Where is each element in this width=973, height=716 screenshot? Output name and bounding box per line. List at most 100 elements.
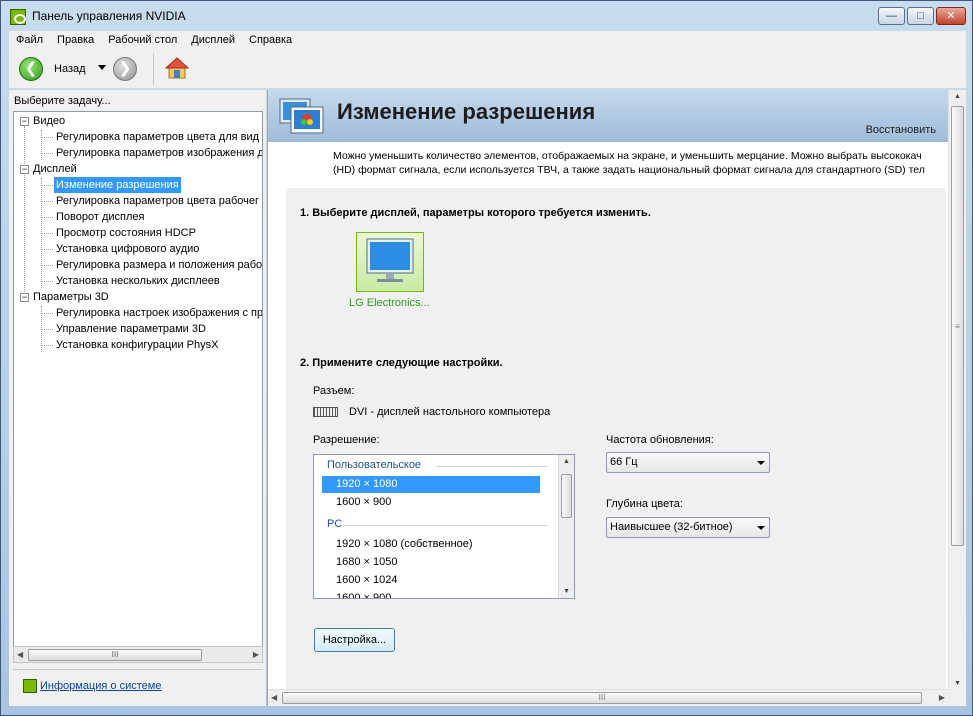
- scroll-up-icon[interactable]: ▲: [954, 93, 961, 100]
- resolution-list[interactable]: Пользовательское 1920 × 1080 1600 × 900 …: [313, 454, 575, 599]
- window-controls: — □ ✕: [876, 7, 966, 25]
- resolution-option[interactable]: 1600 × 900: [322, 494, 540, 511]
- tree-horizontal-scrollbar[interactable]: ◀ III ▶: [13, 646, 263, 663]
- tree-item[interactable]: Установка нескольких дисплеев: [54, 273, 222, 289]
- settings-panel: 1. Выберите дисплей, параметры которого …: [286, 188, 946, 696]
- dvi-connector-icon: [313, 407, 338, 417]
- tree-item[interactable]: Установка конфигурации PhysX: [54, 337, 220, 353]
- tree-line: [42, 185, 53, 186]
- menu-help[interactable]: Справка: [242, 34, 299, 46]
- task-panel: Выберите задачу... − Видео Регулировка па…: [9, 90, 266, 706]
- resolution-option[interactable]: 1680 × 1050: [322, 554, 540, 571]
- tree-item-change-resolution[interactable]: Изменение разрешения: [54, 177, 181, 193]
- system-info-icon[interactable]: [23, 679, 37, 693]
- display-tile[interactable]: [356, 232, 424, 292]
- scroll-left-icon[interactable]: ◀: [271, 693, 277, 702]
- scroll-down-icon[interactable]: ▼: [563, 588, 570, 595]
- collapse-icon[interactable]: −: [20, 293, 29, 302]
- main-window: Панель управления NVIDIA — □ ✕ Файл Прав…: [0, 0, 973, 716]
- color-depth-select[interactable]: Наивысшее (32-битное): [606, 517, 770, 538]
- group-header-custom: Пользовательское: [327, 459, 422, 471]
- customize-button[interactable]: Настройка...: [314, 628, 395, 652]
- back-button[interactable]: [19, 57, 43, 81]
- tree-line: [42, 137, 53, 138]
- group-header-pc: PC: [327, 518, 343, 530]
- scroll-right-icon[interactable]: ▶: [939, 693, 945, 702]
- resolution-label: Разрешение:: [313, 434, 380, 446]
- tree-item[interactable]: Регулировка размера и положения рабо: [54, 257, 262, 273]
- tree-item[interactable]: Поворот дисплея: [54, 209, 146, 225]
- collapse-icon[interactable]: −: [20, 117, 29, 126]
- task-panel-footer: Информация о системе: [13, 669, 263, 701]
- forward-button[interactable]: [113, 57, 137, 81]
- tree-category-3d[interactable]: − Параметры 3D: [20, 289, 109, 305]
- content-horizontal-scrollbar[interactable]: ◀ III ▶: [268, 689, 948, 706]
- tree-category-label: Дисплей: [33, 163, 77, 175]
- tree-item[interactable]: Управление параметрами 3D: [54, 321, 208, 337]
- tree-line: [42, 201, 53, 202]
- toolbar: Назад: [9, 49, 966, 89]
- menu-file[interactable]: Файл: [9, 34, 50, 46]
- maximize-button[interactable]: □: [907, 7, 934, 25]
- tree-item[interactable]: Регулировка параметров изображения д: [54, 145, 262, 161]
- scroll-down-icon[interactable]: ▼: [954, 680, 961, 687]
- step1-title: 1. Выберите дисплей, параметры которого …: [300, 207, 651, 219]
- tree-line: [42, 345, 53, 346]
- resolution-option[interactable]: 1600 × 1024: [322, 572, 540, 589]
- resolution-option[interactable]: 1600 × 900: [322, 590, 540, 598]
- restore-link[interactable]: Восстановить: [866, 124, 936, 136]
- content-vertical-scrollbar[interactable]: ▲ ≡ ▼: [948, 90, 966, 690]
- tree-category-label: Параметры 3D: [33, 291, 109, 303]
- menu-desktop[interactable]: Рабочий стол: [101, 34, 184, 46]
- tree-item[interactable]: Регулировка параметров цвета для вид: [54, 129, 261, 145]
- minimize-button[interactable]: —: [878, 7, 905, 25]
- scroll-thumb[interactable]: III: [282, 692, 922, 704]
- collapse-icon[interactable]: −: [20, 165, 29, 174]
- home-icon[interactable]: [165, 56, 189, 80]
- scroll-thumb[interactable]: [561, 474, 572, 518]
- tree-item[interactable]: Регулировка параметров цвета рабочег: [54, 193, 261, 209]
- refresh-rate-select[interactable]: 66 Гц: [606, 452, 770, 473]
- scroll-thumb[interactable]: ≡: [951, 106, 964, 546]
- scroll-up-icon[interactable]: ▲: [563, 458, 570, 465]
- back-label[interactable]: Назад: [54, 63, 86, 75]
- resolution-list-scrollbar[interactable]: ▲ ▼: [558, 455, 574, 598]
- resolution-option-selected[interactable]: 1920 × 1080: [322, 476, 540, 493]
- scroll-left-icon[interactable]: ◀: [17, 650, 23, 659]
- history-dropdown-icon[interactable]: [98, 65, 106, 70]
- chevron-down-icon: [757, 461, 765, 465]
- description-line: Можно уменьшить количество элементов, от…: [333, 150, 922, 162]
- window-title: Панель управления NVIDIA: [32, 9, 186, 23]
- tree-item[interactable]: Установка цифрового аудио: [54, 241, 201, 257]
- menu-display[interactable]: Дисплей: [184, 34, 242, 46]
- scroll-right-icon[interactable]: ▶: [253, 650, 259, 659]
- nvidia-icon: [10, 9, 26, 25]
- system-info-link[interactable]: Информация о системе: [40, 680, 161, 692]
- tree-line: [42, 153, 53, 154]
- task-panel-header: Выберите задачу...: [14, 95, 111, 107]
- tree-line: [42, 233, 53, 234]
- tree-category-video[interactable]: − Видео: [20, 113, 65, 129]
- tree-line: [42, 265, 53, 266]
- tree-category-label: Видео: [33, 115, 66, 127]
- group-divider: [436, 466, 548, 467]
- menu-edit[interactable]: Правка: [50, 34, 101, 46]
- resolution-option[interactable]: 1920 × 1080 (собственное): [322, 536, 540, 553]
- group-divider: [344, 525, 548, 526]
- tree-item[interactable]: Регулировка настроек изображения с пр: [54, 305, 262, 321]
- tree-category-display[interactable]: − Дисплей: [20, 161, 77, 177]
- tree-line: [42, 281, 53, 282]
- page-header: Изменение разрешения Восстановить: [268, 90, 948, 142]
- toolbar-separator: [153, 53, 154, 85]
- task-tree: − Видео Регулировка параметров цвета для …: [13, 111, 263, 650]
- tree-line: [41, 130, 42, 160]
- scroll-thumb[interactable]: III: [28, 649, 202, 661]
- display-name[interactable]: LG Electronics...: [349, 297, 430, 309]
- connector-value: DVI - дисплей настольного компьютера: [349, 406, 551, 418]
- tree-line: [42, 329, 53, 330]
- close-button[interactable]: ✕: [936, 7, 966, 25]
- tree-item[interactable]: Просмотр состояния HDCP: [54, 225, 198, 241]
- color-depth-label: Глубина цвета:: [606, 498, 683, 510]
- monitor-icon: [366, 238, 414, 282]
- title-bar[interactable]: Панель управления NVIDIA — □ ✕: [1, 1, 972, 31]
